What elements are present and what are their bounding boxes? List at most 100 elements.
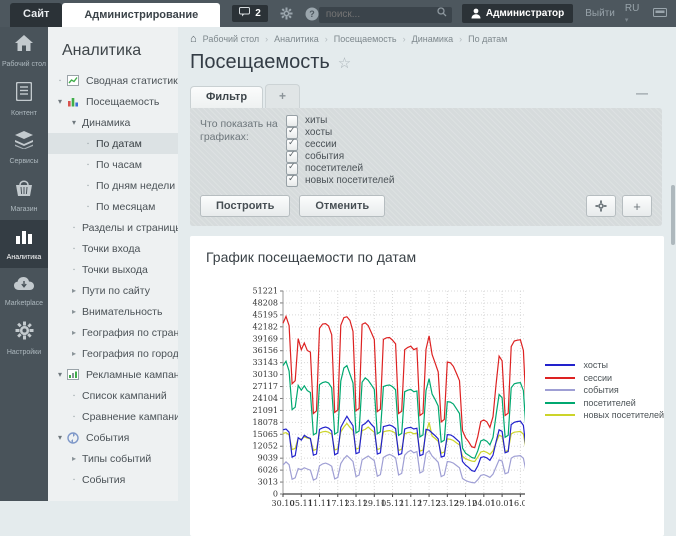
sidebar-item[interactable]: ▪Сравнение кампаний bbox=[48, 406, 178, 427]
rail-item-home[interactable]: Рабочий стол bbox=[0, 27, 48, 75]
rail-item-document[interactable]: Контент bbox=[0, 75, 48, 124]
tab-administration[interactable]: Администрирование bbox=[62, 3, 220, 27]
bullet-icon: ▪ bbox=[55, 76, 65, 86]
legend-entry: сессии bbox=[545, 372, 664, 385]
language-selector[interactable]: RU ▾ bbox=[625, 3, 639, 25]
filter-panel: Что показать на графиках: хиты✓хосты✓сес… bbox=[190, 108, 662, 226]
build-button[interactable]: Построить bbox=[200, 195, 290, 217]
collapse-arrow-icon[interactable]: ▾ bbox=[69, 118, 79, 127]
expand-arrow-icon[interactable]: ▸ bbox=[69, 454, 79, 463]
sidebar-item[interactable]: ▾Посещаемость bbox=[48, 91, 178, 112]
rail-item-gear[interactable]: Настройки bbox=[0, 314, 48, 363]
layers-icon bbox=[14, 131, 34, 154]
filter-checkbox-row[interactable]: ✓хосты bbox=[286, 127, 394, 138]
home-icon[interactable]: ⌂ bbox=[190, 35, 197, 44]
hotkeys-icon[interactable] bbox=[653, 8, 667, 19]
rail-item-label: Аналитика bbox=[2, 254, 46, 262]
logout-link[interactable]: Выйти bbox=[585, 8, 615, 19]
filter-checkbox-row[interactable]: ✓ новых посетителей bbox=[286, 175, 394, 186]
breadcrumb-item[interactable]: Аналитика bbox=[274, 34, 319, 44]
sidebar-item[interactable]: ▪По месяцам bbox=[48, 196, 178, 217]
settings-gear-icon[interactable] bbox=[280, 7, 293, 20]
help-icon[interactable]: ? bbox=[305, 7, 319, 21]
sidebar-item[interactable]: ▪ Сводная статистика bbox=[48, 70, 178, 91]
filter-checkbox-row[interactable]: ✓сессии bbox=[286, 139, 394, 150]
breadcrumb-item[interactable]: Динамика bbox=[412, 34, 453, 44]
collapse-arrow-icon[interactable]: ▾ bbox=[55, 370, 65, 379]
sidebar-item[interactable]: ▪Точки выхода bbox=[48, 259, 178, 280]
sidebar-item[interactable]: ▪По часам bbox=[48, 154, 178, 175]
sidebar-item-label: Динамика bbox=[82, 117, 130, 129]
home-icon bbox=[14, 34, 34, 57]
filter-checkbox-row[interactable]: ✓посетителей bbox=[286, 163, 394, 174]
favorite-star-icon[interactable]: ☆ bbox=[338, 54, 351, 72]
sidebar-item[interactable]: ▪Разделы и страницы bbox=[48, 217, 178, 238]
sidebar-item[interactable]: ▪Список кампаний bbox=[48, 385, 178, 406]
sidebar-item[interactable]: ▸География по городам bbox=[48, 343, 178, 364]
svg-text:33143: 33143 bbox=[253, 358, 278, 367]
notifications-button[interactable]: 2 bbox=[232, 5, 268, 22]
search-icon[interactable] bbox=[437, 7, 447, 17]
legend-swatch bbox=[545, 364, 575, 366]
svg-text:15065: 15065 bbox=[253, 430, 278, 439]
svg-text:?: ? bbox=[309, 9, 315, 19]
breadcrumb-separator: › bbox=[403, 34, 406, 44]
breadcrumb-item[interactable]: Посещаемость bbox=[334, 34, 397, 44]
collapse-arrow-icon[interactable]: ▾ bbox=[55, 433, 65, 442]
rail-item-cloud[interactable]: Marketplace bbox=[0, 268, 48, 314]
add-field-button[interactable]: + bbox=[622, 195, 652, 217]
svg-text:48208: 48208 bbox=[253, 298, 278, 307]
sidebar-item[interactable]: ▪По дням недели bbox=[48, 175, 178, 196]
cancel-button[interactable]: Отменить bbox=[299, 195, 385, 217]
sidebar-item[interactable]: ▸Пути по сайту bbox=[48, 280, 178, 301]
bullet-icon: ▪ bbox=[83, 160, 93, 170]
rail-item-layers[interactable]: Сервисы bbox=[0, 124, 48, 172]
expand-arrow-icon[interactable]: ▸ bbox=[69, 349, 79, 358]
legend-entry: хосты bbox=[545, 359, 664, 372]
legend-label: новых посетителей bbox=[584, 410, 664, 420]
filter-settings-button[interactable] bbox=[586, 195, 616, 217]
svg-text:16.01: 16.01 bbox=[509, 499, 525, 508]
mode-tabs: Сайт Администрирование bbox=[10, 0, 220, 27]
rail-item-cart[interactable]: Магазин bbox=[0, 172, 48, 220]
sidebar-item[interactable]: ▸География по странам bbox=[48, 322, 178, 343]
rail-item-label: Настройки bbox=[2, 349, 46, 357]
sidebar-item[interactable]: ▪Точки входа bbox=[48, 238, 178, 259]
collapse-arrow-icon[interactable]: ▾ bbox=[55, 97, 65, 106]
sidebar-item[interactable]: ▪События bbox=[48, 469, 178, 490]
sidebar-item[interactable]: ▾Динамика bbox=[48, 112, 178, 133]
filter-checkbox-row[interactable]: ✓события bbox=[286, 151, 394, 162]
filter-checkbox-row[interactable]: хиты bbox=[286, 115, 394, 126]
svg-text:24104: 24104 bbox=[253, 394, 278, 403]
expand-arrow-icon[interactable]: ▸ bbox=[69, 307, 79, 316]
expand-arrow-icon[interactable]: ▸ bbox=[69, 286, 79, 295]
sidebar-item-label: По дням недели bbox=[96, 180, 175, 192]
add-filter-tab-button[interactable]: + bbox=[265, 84, 300, 108]
svg-text:27117: 27117 bbox=[253, 382, 278, 391]
sidebar-item[interactable]: ▸Внимательность bbox=[48, 301, 178, 322]
sidebar-item[interactable]: ▾События bbox=[48, 427, 178, 448]
tab-filter[interactable]: Фильтр bbox=[190, 86, 263, 108]
user-menu-button[interactable]: Администратор bbox=[462, 4, 573, 23]
bullet-icon: ▪ bbox=[69, 244, 79, 254]
scrollbar-thumb[interactable] bbox=[671, 185, 675, 245]
sidebar-item-label: По часам bbox=[96, 159, 142, 171]
sidebar-item[interactable]: ▾Рекламные кампании bbox=[48, 364, 178, 385]
sidebar-item[interactable]: ▸Типы событий bbox=[48, 448, 178, 469]
legend-label: хосты bbox=[584, 360, 609, 370]
sidebar-item[interactable]: ▪По датам bbox=[48, 133, 178, 154]
breadcrumb-separator: › bbox=[459, 34, 462, 44]
collapse-filter-button[interactable]: — bbox=[636, 86, 648, 100]
expand-arrow-icon[interactable]: ▸ bbox=[69, 328, 79, 337]
svg-text:3013: 3013 bbox=[258, 478, 278, 487]
tab-site[interactable]: Сайт bbox=[10, 3, 62, 27]
search-input[interactable] bbox=[319, 7, 452, 23]
sidebar-item-label: Сводная статистика bbox=[86, 75, 179, 87]
rail-item-label: Контент bbox=[2, 110, 46, 118]
rail-item-bars[interactable]: Аналитика bbox=[0, 220, 48, 268]
document-icon bbox=[16, 82, 32, 106]
checkbox-checked[interactable]: ✓ bbox=[286, 175, 298, 187]
checkbox-label: новых посетителей bbox=[305, 175, 394, 186]
breadcrumb-item[interactable]: Рабочий стол bbox=[203, 34, 260, 44]
breadcrumb-item[interactable]: По датам bbox=[468, 34, 507, 44]
